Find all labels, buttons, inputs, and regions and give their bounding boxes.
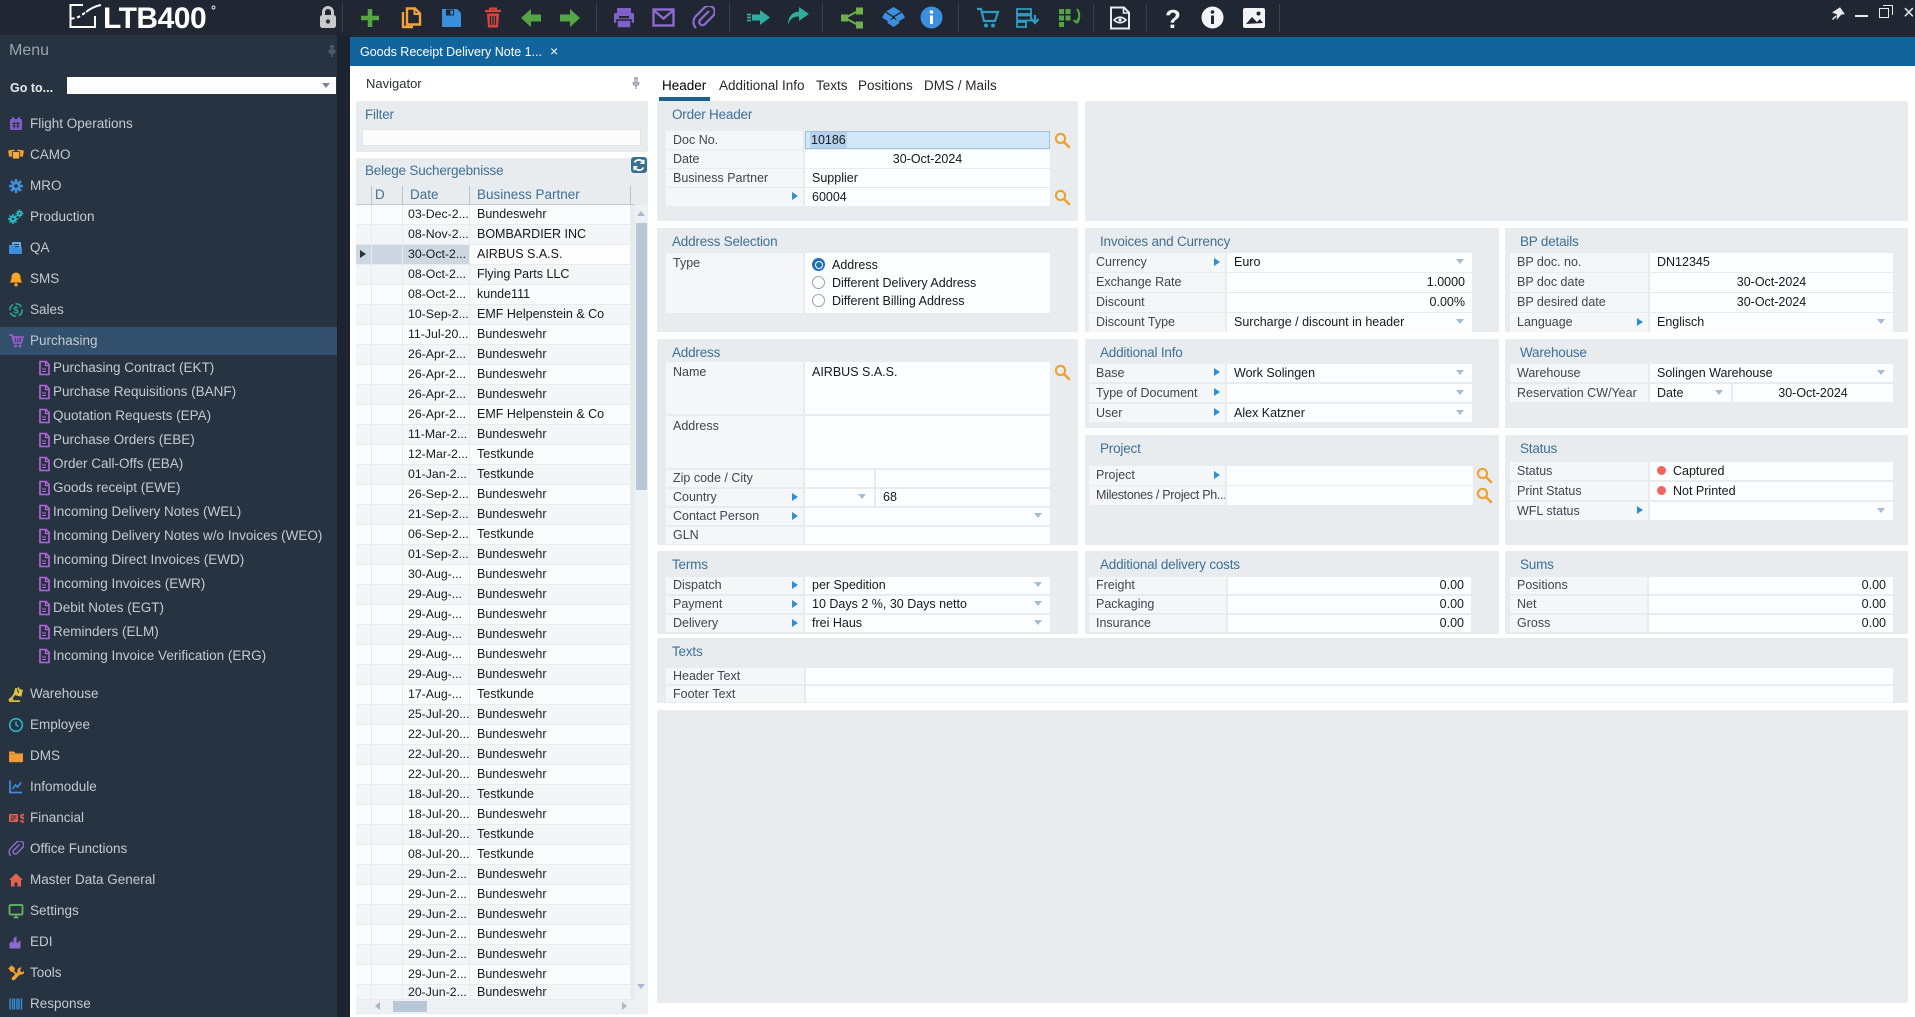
svg-text:LTB400: LTB400 [103, 2, 206, 32]
svg-text:$: $ [20, 812, 25, 826]
svg-text:$: $ [13, 306, 19, 317]
